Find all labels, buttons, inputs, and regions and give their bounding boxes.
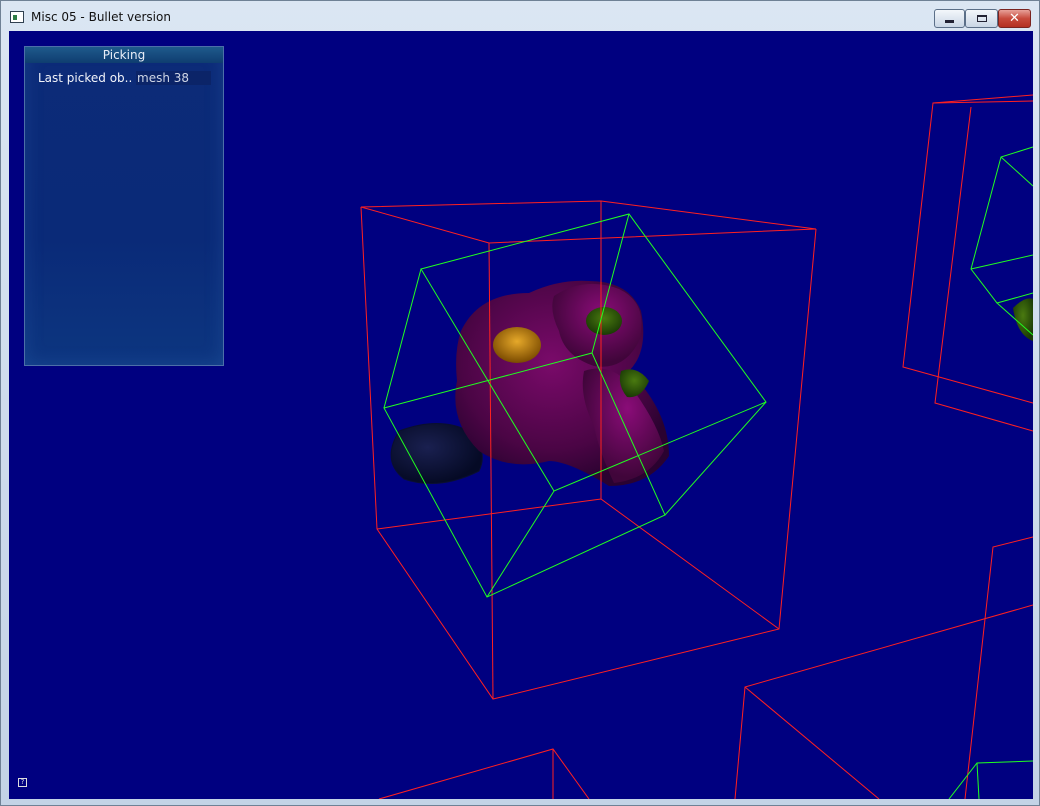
- maximize-icon: [976, 15, 987, 22]
- last-picked-label: Last picked ob..: [38, 71, 133, 85]
- aabb-bottom-center: [378, 748, 590, 799]
- close-icon: ✕: [1009, 11, 1020, 26]
- title-bar[interactable]: Misc 05 - Bullet version ✕: [1, 1, 1039, 31]
- last-picked-row: Last picked ob.. mesh 38: [31, 69, 211, 87]
- last-picked-value: mesh 38: [136, 71, 211, 85]
- 3d-viewport[interactable]: Picking Last picked ob.. mesh 38 ?: [9, 31, 1033, 799]
- picking-panel[interactable]: Picking Last picked ob.. mesh 38: [24, 46, 224, 366]
- close-button[interactable]: ✕: [998, 9, 1031, 28]
- obb-right-bottom: [948, 760, 1033, 799]
- picked-mesh[interactable]: [390, 280, 1033, 486]
- app-window: Misc 05 - Bullet version ✕ Picking Last …: [0, 0, 1040, 806]
- panel-title[interactable]: Picking: [25, 47, 223, 63]
- minimize-button[interactable]: [934, 9, 965, 28]
- maximize-button[interactable]: [965, 9, 998, 28]
- aabb-right-top: [902, 94, 1033, 432]
- minimize-icon: [945, 20, 954, 23]
- aabb-right-bottom: [734, 536, 1033, 799]
- window-title: Misc 05 - Bullet version: [31, 10, 171, 24]
- app-icon: [10, 11, 24, 23]
- help-icon[interactable]: ?: [18, 778, 27, 787]
